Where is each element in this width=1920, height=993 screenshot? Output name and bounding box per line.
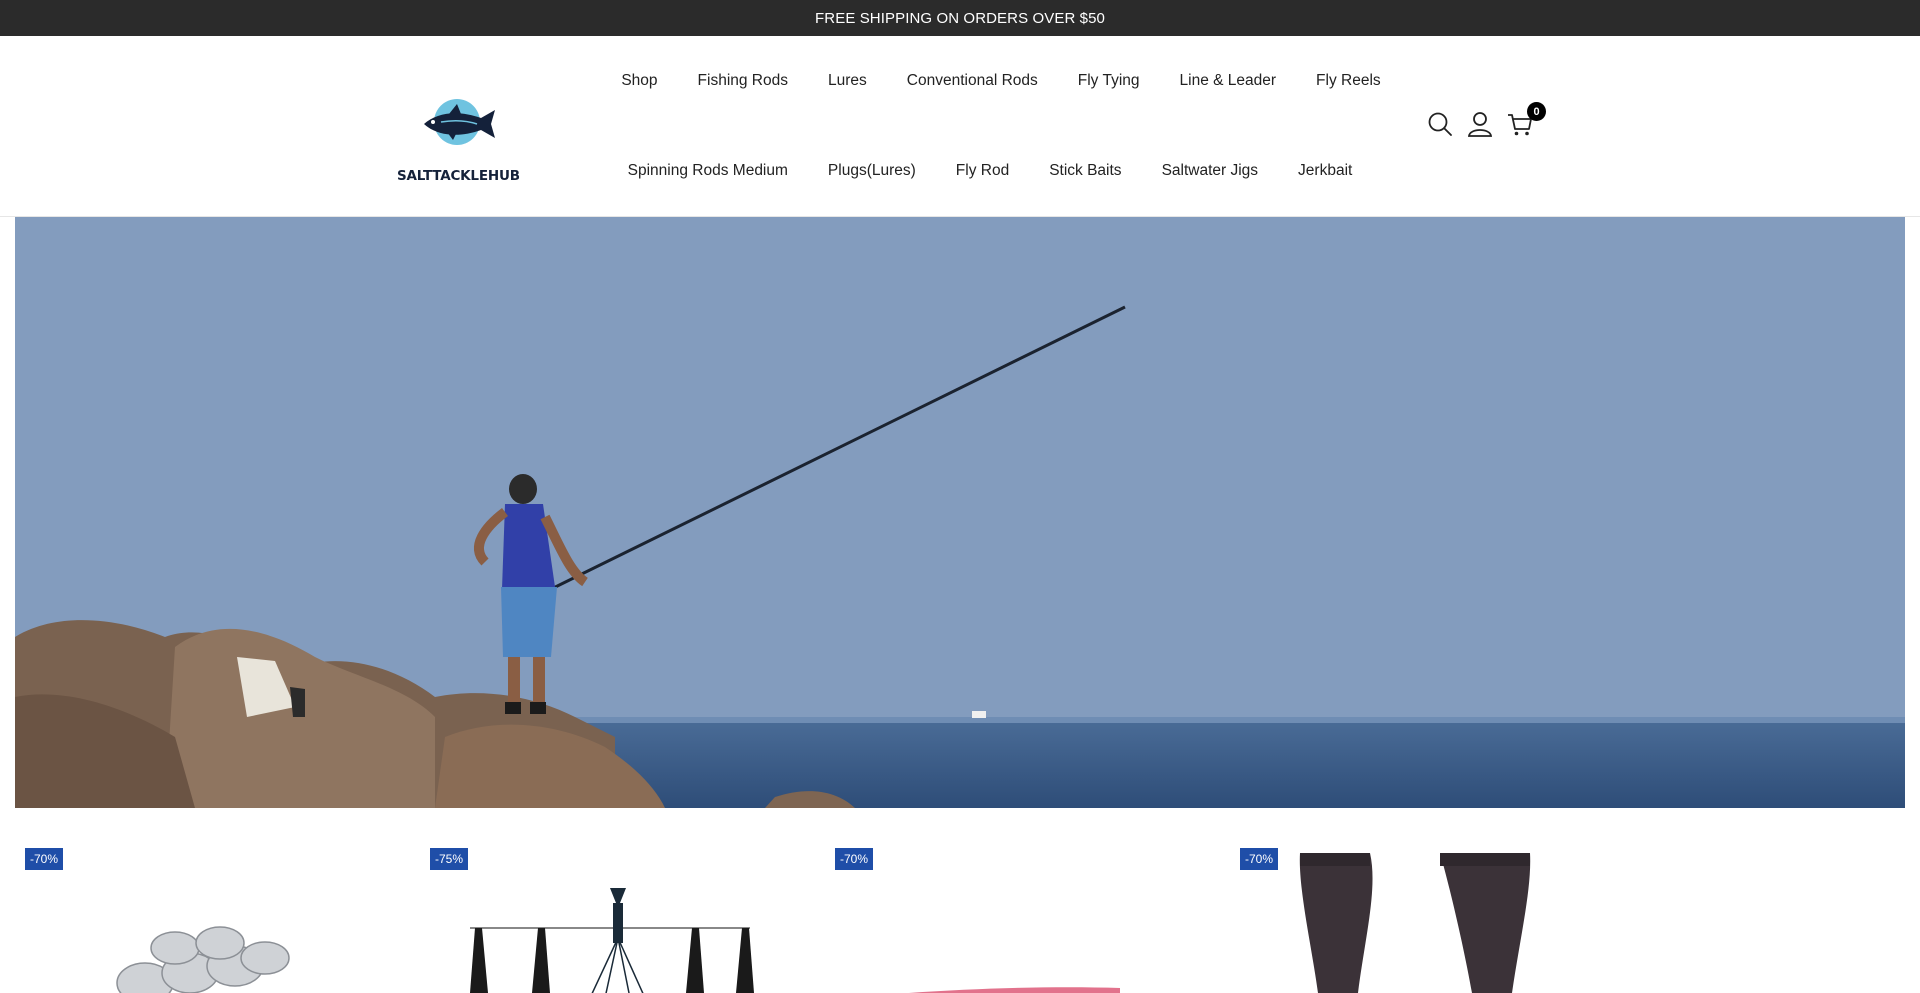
cart-icon[interactable]: 0 xyxy=(1506,102,1546,138)
discount-badge-1: -70% xyxy=(25,848,64,870)
discount-badge-4: -70% xyxy=(1240,848,1279,870)
discount-badge-3: -70% xyxy=(835,848,874,870)
product-card-1[interactable] xyxy=(25,848,355,993)
neoprene-socks-product-image xyxy=(1299,853,1531,993)
nav-item-fly-rod[interactable]: Fly Rod xyxy=(956,161,1009,181)
announcement-bar: FREE SHIPPING ON ORDERS OVER $50 xyxy=(0,0,1920,36)
main-nav-row-1: Shop Fishing Rods Lures Conventional Rod… xyxy=(0,71,1920,91)
product-card-4[interactable] xyxy=(1240,848,1570,993)
nav-item-fly-reels[interactable]: Fly Reels xyxy=(1316,71,1381,91)
nav-item-fly-tying[interactable]: Fly Tying xyxy=(1078,71,1140,91)
nav-item-jerkbait[interactable]: Jerkbait xyxy=(1298,161,1352,181)
main-nav-row-2: Spinning Rods Medium Plugs(Lures) Fly Ro… xyxy=(0,161,1920,181)
pink-worm-product-image xyxy=(908,987,1120,993)
header-icons: 0 xyxy=(1426,102,1546,138)
nav-item-line-leader[interactable]: Line & Leader xyxy=(1180,71,1277,91)
nav-item-lures[interactable]: Lures xyxy=(828,71,867,91)
nav-item-saltwater-jigs[interactable]: Saltwater Jigs xyxy=(1162,161,1258,181)
cart-count-badge: 0 xyxy=(1527,102,1546,121)
announcement-text: FREE SHIPPING ON ORDERS OVER $50 xyxy=(815,9,1105,27)
nav-item-plugs-lures[interactable]: Plugs(Lures) xyxy=(828,161,916,181)
umbrella-rig-product-image xyxy=(470,888,754,993)
hero-banner-image[interactable] xyxy=(15,217,1905,808)
user-icon[interactable] xyxy=(1466,110,1494,138)
discount-badge-2: -75% xyxy=(430,848,469,870)
nav-item-stick-baits[interactable]: Stick Baits xyxy=(1049,161,1121,181)
nav-item-conventional-rods[interactable]: Conventional Rods xyxy=(907,71,1038,91)
nav-item-spinning-rods-medium[interactable]: Spinning Rods Medium xyxy=(628,161,788,181)
hero-photo-fisherman xyxy=(15,217,1905,808)
product-card-2[interactable] xyxy=(430,848,760,993)
product-grid: -70% -75% -70% -70% xyxy=(0,808,1920,993)
search-icon[interactable] xyxy=(1426,110,1454,138)
nav-item-shop[interactable]: Shop xyxy=(621,71,657,91)
nav-item-fishing-rods[interactable]: Fishing Rods xyxy=(698,71,788,91)
logo-fish-icon[interactable] xyxy=(397,96,519,156)
magnets-product-image xyxy=(116,926,290,993)
site-header: SALTTACKLEHUB Shop Fishing Rods Lures Co… xyxy=(0,36,1920,217)
product-card-3[interactable] xyxy=(835,848,1165,993)
